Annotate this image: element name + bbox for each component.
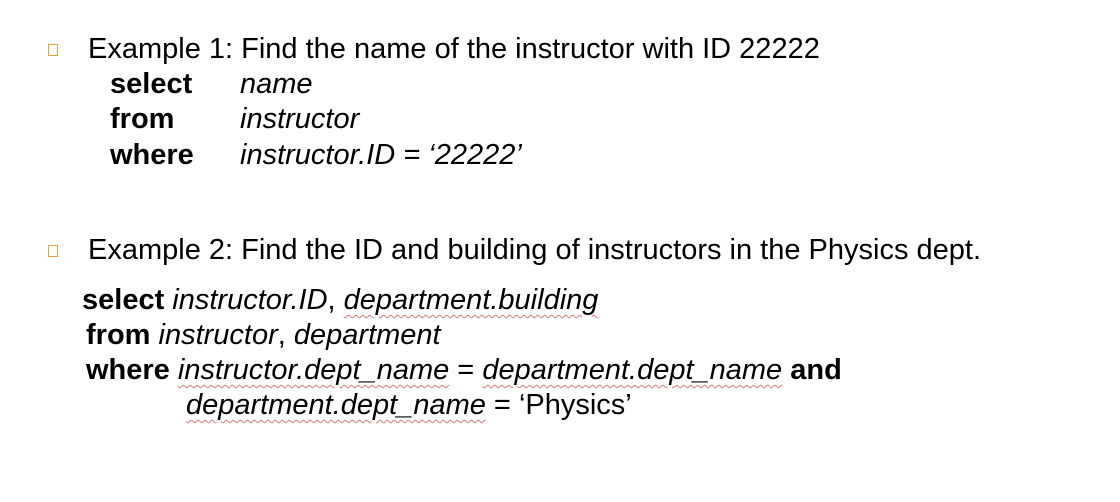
- example2-heading: Example 2: Find the ID and building of i…: [88, 234, 982, 266]
- where-continuation-line: department.dept_name = ‘Physics’: [186, 388, 632, 422]
- select-keyword: select: [110, 68, 193, 100]
- physics-literal: ‘Physics’: [518, 389, 632, 421]
- separator: ,: [327, 284, 344, 316]
- where-keyword: where: [86, 354, 170, 386]
- where-line: where instructor.dept_name = department.…: [86, 353, 842, 387]
- hollow-square-bullet-icon: [48, 44, 58, 56]
- select-attribute-id: instructor.ID: [172, 284, 328, 316]
- hollow-square-bullet-icon: [48, 245, 58, 257]
- where-clause-text: instructor.ID = ‘22222’: [240, 139, 522, 171]
- where-keyword: where: [110, 139, 194, 171]
- where-left-operand: instructor.dept_name: [177, 354, 450, 386]
- select-keyword: select: [82, 284, 165, 316]
- from-keyword: from: [86, 319, 151, 351]
- equals-operator: =: [485, 389, 519, 421]
- where-right-operand: department.dept_name: [482, 354, 783, 386]
- select-clause-value: name: [240, 68, 313, 100]
- from-table-department: department: [293, 319, 441, 351]
- where-left-operand: department.dept_name: [186, 389, 486, 421]
- from-keyword: from: [110, 103, 175, 135]
- from-line: from instructor, department: [86, 318, 441, 352]
- and-keyword: and: [790, 354, 842, 386]
- where-clause-value: instructor.ID = ‘22222’: [240, 138, 522, 172]
- from-clause-value: instructor: [240, 103, 360, 135]
- select-line: select instructor.ID, department.buildin…: [82, 283, 598, 317]
- example1-heading: Example 1: Find the name of the instruct…: [88, 33, 820, 65]
- separator: ,: [277, 319, 294, 351]
- from-table-instructor: instructor: [158, 319, 278, 351]
- select-attribute-building: department.building: [343, 284, 599, 316]
- equals-operator: =: [449, 354, 483, 386]
